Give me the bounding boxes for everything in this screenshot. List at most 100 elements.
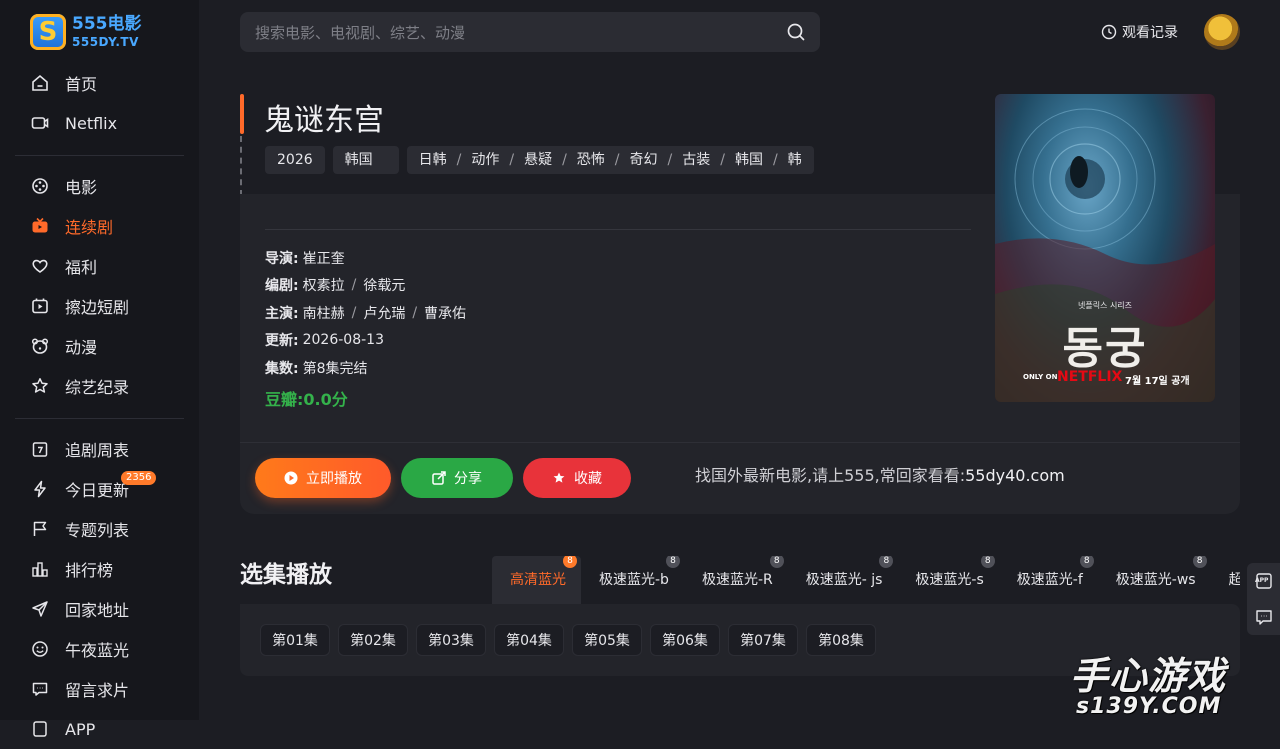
app-icon — [31, 720, 49, 738]
promo-domain[interactable]: 55dy40.com — [965, 466, 1065, 485]
episode-list: 第01集 第02集 第03集 第04集 第05集 第06集 第07集 第08集 — [260, 624, 884, 656]
genre-tag[interactable]: 动作 — [471, 146, 499, 174]
tab-source-ultra[interactable]: 超清 — [1211, 556, 1240, 604]
episode-button[interactable]: 第04集 — [494, 624, 564, 656]
source-count-badge: 8 — [1079, 556, 1094, 568]
episode-button[interactable]: 第06集 — [650, 624, 720, 656]
sidebar-item-movies[interactable]: 电影 — [0, 166, 199, 206]
lightning-icon — [31, 480, 49, 498]
tab-source-f[interactable]: 极速蓝光-f 8 — [999, 556, 1098, 604]
sidebar-item-label: 动漫 — [65, 338, 98, 357]
genre-tag[interactable]: 韩 — [788, 146, 802, 174]
sidebar-item-ranking[interactable]: 排行榜 — [0, 549, 199, 589]
sidebar-item-home-address[interactable]: 回家地址 — [0, 589, 199, 629]
episode-button[interactable]: 第03集 — [416, 624, 486, 656]
search-icon[interactable] — [786, 22, 806, 42]
tab-source-js[interactable]: 极速蓝光- js 8 — [788, 556, 898, 604]
sidebar: S 555电影 555DY.TV 首页 Netflix 电影 连续剧 福利 擦边… — [0, 0, 199, 739]
episodes-section-title: 选集播放 — [240, 562, 332, 588]
bear-icon — [31, 337, 49, 355]
source-count-badge: 8 — [1192, 556, 1207, 568]
sidebar-item-series[interactable]: 连续剧 — [0, 206, 199, 246]
tab-source-s[interactable]: 极速蓝光-s 8 — [897, 556, 998, 604]
share-button[interactable]: 分享 — [401, 458, 513, 498]
updated-row: 更新: 2026-08-13 — [265, 332, 384, 350]
sidebar-item-app[interactable]: APP — [0, 709, 199, 749]
sidebar-item-variety[interactable]: 综艺纪录 — [0, 366, 199, 406]
feedback-button[interactable] — [1247, 599, 1280, 635]
sidebar-item-topics[interactable]: 专题列表 — [0, 509, 199, 549]
divider — [265, 229, 971, 230]
sidebar-item-label: APP — [65, 719, 96, 739]
sidebar-item-label: 综艺纪录 — [65, 378, 130, 397]
genre-tag[interactable]: 韩国 — [735, 146, 763, 174]
episode-button[interactable]: 第05集 — [572, 624, 642, 656]
sidebar-nav: 首页 Netflix 电影 连续剧 福利 擦边短剧 动漫 综艺纪录 追剧周表 今… — [0, 63, 199, 749]
feedback-icon — [1255, 610, 1272, 625]
episode-button[interactable]: 第01集 — [260, 624, 330, 656]
source-count-badge: 8 — [665, 556, 680, 568]
tab-source-r[interactable]: 极速蓝光-R 8 — [684, 556, 788, 604]
star-icon — [552, 471, 566, 485]
episodes-status: 第8集完结 — [302, 360, 368, 377]
tab-source-b[interactable]: 极速蓝光-b 8 — [581, 556, 684, 604]
director-row: 导演: 崔正奎 — [265, 244, 466, 272]
sidebar-item-label: 追剧周表 — [65, 441, 130, 460]
source-count-badge: 8 — [563, 556, 577, 568]
title-accent-bar — [240, 94, 244, 134]
poster-only-on: ONLY ON — [1023, 373, 1058, 381]
genre-tag[interactable]: 悬疑 — [524, 146, 552, 174]
play-button[interactable]: 立即播放 — [255, 458, 391, 498]
episode-button[interactable]: 第07集 — [728, 624, 798, 656]
search-bar[interactable]: 搜索电影、电视剧、综艺、动漫 — [240, 12, 820, 52]
watch-history-link[interactable]: 观看记录 — [1101, 22, 1178, 42]
episode-button[interactable]: 第08集 — [806, 624, 876, 656]
sidebar-item-home[interactable]: 首页 — [0, 63, 199, 103]
cast-link[interactable]: 曹承佑 — [424, 303, 466, 323]
favorite-button[interactable]: 收藏 — [523, 458, 631, 498]
sidebar-item-netflix[interactable]: Netflix — [0, 103, 199, 143]
update-count-badge: 2356 — [121, 471, 157, 485]
search-input[interactable]: 搜索电影、电视剧、综艺、动漫 — [255, 22, 786, 43]
sidebar-item-label: 首页 — [65, 75, 98, 94]
sidebar-item-midnight-bluray[interactable]: 午夜蓝光 — [0, 629, 199, 669]
updated-date: 2026-08-13 — [302, 332, 384, 349]
sidebar-item-anime[interactable]: 动漫 — [0, 326, 199, 366]
genre-tag[interactable]: 奇幻 — [630, 146, 658, 174]
home-icon — [31, 74, 49, 92]
app-download-button[interactable]: APP — [1247, 563, 1280, 599]
cast-link[interactable]: 南柱赫 — [303, 303, 345, 323]
sidebar-item-label: 连续剧 — [65, 218, 114, 237]
region-tag[interactable]: 韩国 — [332, 146, 399, 174]
writer-link[interactable]: 徐载元 — [363, 275, 405, 295]
tab-source-hd-bluray[interactable]: 高清蓝光 8 — [492, 556, 581, 604]
site-watermark: 手心游戏 s139Y.COM — [1070, 654, 1227, 719]
cast-link[interactable]: 卢允瑞 — [363, 303, 405, 323]
poster-release-date: 7월 17일 공개 — [1125, 376, 1190, 387]
sidebar-item-weekly-schedule[interactable]: 追剧周表 — [0, 429, 199, 469]
share-icon — [432, 471, 446, 485]
episodes-row: 集数: 第8集完结 — [265, 354, 466, 382]
poster-caption: 넷플릭스 시리즈 — [1077, 301, 1133, 310]
tv-series-icon — [31, 217, 49, 235]
site-logo[interactable]: S 555电影 555DY.TV — [30, 14, 142, 50]
calendar-icon — [31, 440, 49, 458]
message-icon — [31, 680, 49, 698]
sidebar-item-today-updates[interactable]: 今日更新 2356 — [0, 469, 199, 509]
genre-tag[interactable]: 恐怖 — [577, 146, 605, 174]
episode-button[interactable]: 第02集 — [338, 624, 408, 656]
tab-source-ws[interactable]: 极速蓝光-ws 8 — [1098, 556, 1211, 604]
sidebar-item-welfare[interactable]: 福利 — [0, 246, 199, 286]
smile-icon — [31, 640, 49, 658]
year-tag[interactable]: 2026 — [265, 146, 325, 174]
poster-image[interactable]: 넷플릭스 시리즈 동궁 ONLY ON NETFLIX 7월 17일 공개 — [995, 94, 1215, 402]
genre-tag[interactable]: 古装 — [682, 146, 710, 174]
avatar[interactable] — [1204, 14, 1240, 50]
sidebar-item-request[interactable]: 留言求片 — [0, 669, 199, 709]
genre-tag[interactable]: 日韩 — [419, 146, 447, 174]
play-box-icon — [31, 297, 49, 315]
director-link[interactable]: 崔正奎 — [303, 248, 345, 268]
info-rows: 导演: 崔正奎 编剧: 权素拉 / 徐载元 主演: 南柱赫 / 卢允瑞 / 曹承… — [265, 244, 466, 410]
writer-link[interactable]: 权素拉 — [303, 275, 345, 295]
sidebar-item-short-drama[interactable]: 擦边短剧 — [0, 286, 199, 326]
